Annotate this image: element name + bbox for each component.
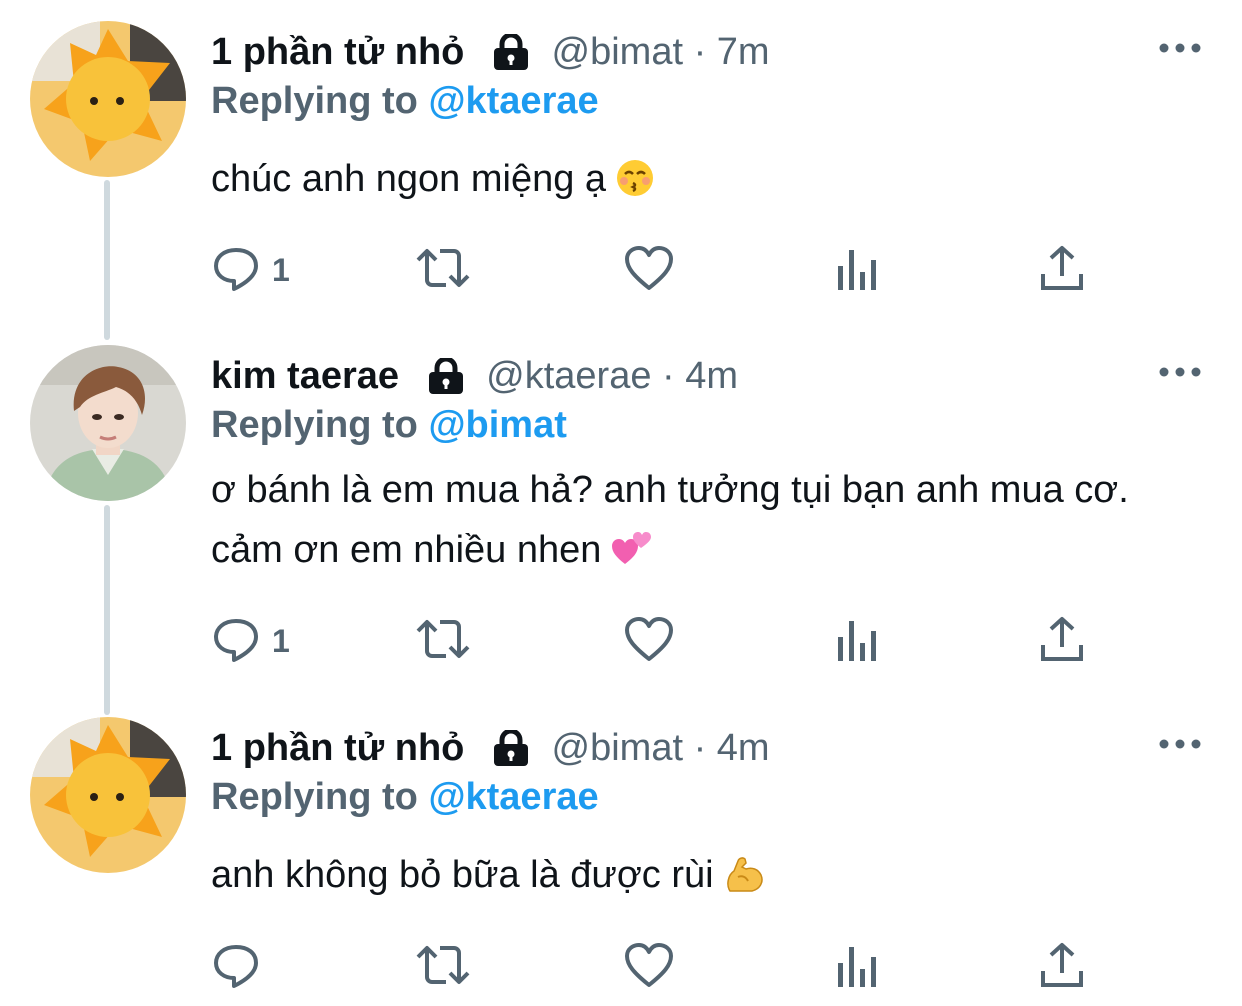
timestamp[interactable]: 7m: [717, 31, 770, 73]
avatar[interactable]: [30, 21, 186, 177]
thread-line: [104, 180, 110, 340]
retweet-button[interactable]: [414, 245, 472, 295]
more-icon[interactable]: [1158, 40, 1202, 56]
analytics-button[interactable]: [836, 942, 880, 992]
share-icon: [1040, 941, 1084, 994]
separator: ·: [662, 355, 675, 397]
share-button[interactable]: [1040, 245, 1084, 295]
retweet-icon: [414, 615, 472, 668]
tweet-text: anh không bỏ bữa là được rùi: [211, 854, 714, 896]
like-button[interactable]: [624, 245, 674, 295]
lock-icon: [426, 356, 466, 405]
like-icon: [624, 245, 674, 296]
like-button[interactable]: [624, 942, 674, 992]
retweet-button[interactable]: [414, 616, 472, 666]
analytics-icon: [836, 615, 880, 668]
more-icon[interactable]: [1158, 736, 1202, 752]
more-icon[interactable]: [1158, 364, 1202, 380]
reply-mention[interactable]: @bimat: [428, 404, 566, 446]
share-button[interactable]: [1040, 942, 1084, 992]
share-button[interactable]: [1040, 616, 1084, 666]
reply-count: 1: [272, 251, 290, 288]
reply-icon: [212, 941, 260, 994]
reply-icon: [212, 244, 260, 297]
reply-button[interactable]: 1: [212, 616, 290, 666]
reply-button[interactable]: 1: [212, 245, 290, 295]
reply-mention[interactable]: @ktaerae: [428, 80, 598, 122]
lock-icon: [491, 728, 531, 777]
avatar[interactable]: [30, 345, 186, 501]
analytics-button[interactable]: [836, 245, 880, 295]
retweet-icon: [414, 244, 472, 297]
two-hearts-emoji: [611, 526, 652, 586]
handle[interactable]: @ktaerae: [486, 355, 651, 397]
analytics-icon: [836, 244, 880, 297]
flexed-biceps-emoji: [724, 851, 764, 911]
reply-count: 1: [272, 622, 290, 659]
avatar[interactable]: [30, 717, 186, 873]
reply-button[interactable]: [212, 942, 272, 992]
display-name[interactable]: 1 phần tử nhỏ: [211, 727, 464, 769]
handle[interactable]: @bimat: [552, 31, 684, 73]
replying-label: Replying to: [211, 80, 418, 122]
replying-label: Replying to: [211, 404, 418, 446]
reply-mention[interactable]: @ktaerae: [428, 776, 598, 818]
replying-label: Replying to: [211, 776, 418, 818]
lock-icon: [491, 32, 531, 81]
retweet-icon: [414, 941, 472, 994]
like-button[interactable]: [624, 616, 674, 666]
retweet-button[interactable]: [414, 942, 472, 992]
thread-line: [104, 505, 110, 715]
like-icon: [624, 616, 674, 667]
separator: ·: [693, 31, 707, 73]
like-icon: [624, 942, 674, 993]
analytics-icon: [836, 941, 880, 994]
tweet-text: chúc anh ngon miệng ạ: [211, 158, 607, 200]
display-name[interactable]: 1 phần tử nhỏ: [211, 31, 464, 73]
tweet-text: ơ bánh là em mua hả? anh tưởng tụi bạn a…: [211, 469, 1129, 571]
separator: ·: [693, 727, 707, 769]
analytics-button[interactable]: [836, 616, 880, 666]
timestamp[interactable]: 4m: [717, 727, 770, 769]
display-name[interactable]: kim taerae: [211, 355, 399, 397]
kissing-face-emoji: [616, 155, 654, 215]
reply-icon: [212, 615, 260, 668]
share-icon: [1040, 615, 1084, 668]
handle[interactable]: @bimat: [552, 727, 684, 769]
timestamp[interactable]: 4m: [685, 355, 738, 397]
share-icon: [1040, 244, 1084, 297]
